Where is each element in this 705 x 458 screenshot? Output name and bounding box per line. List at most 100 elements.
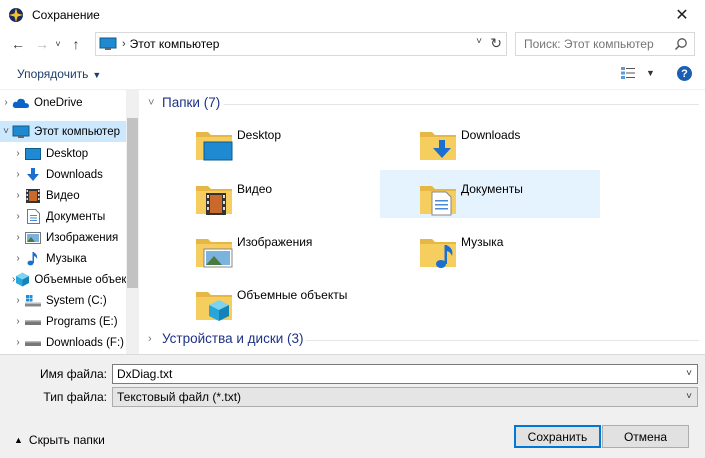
address-path[interactable]: Этот компьютер bbox=[130, 37, 220, 51]
chevron-right-icon[interactable]: › bbox=[12, 148, 24, 159]
search-icon bbox=[674, 38, 687, 51]
content-pane: ˅ Папки (7) Desktop Downloads Видео Доку… bbox=[140, 90, 705, 354]
recent-locations-button[interactable]: ˅ bbox=[52, 32, 64, 56]
folder-tile-3d-objects[interactable]: Объемные объекты bbox=[180, 280, 400, 328]
chevron-right-icon[interactable]: › bbox=[12, 232, 24, 243]
chevron-right-icon[interactable]: › bbox=[12, 190, 24, 201]
caret-down-icon: ▼ bbox=[92, 69, 102, 80]
help-button[interactable]: ? bbox=[677, 66, 692, 81]
sidebar-item-system-c[interactable]: › System (C:) bbox=[0, 290, 126, 311]
sidebar-item-video[interactable]: › Видео bbox=[0, 185, 126, 206]
filename-input[interactable] bbox=[117, 367, 677, 381]
sidebar-item-label: Desktop bbox=[46, 147, 89, 160]
filetype-select[interactable]: Текстовый файл (*.txt) ˅ bbox=[112, 387, 698, 407]
onedrive-icon bbox=[12, 95, 30, 111]
folder-tile-downloads[interactable]: Downloads bbox=[404, 120, 624, 168]
folder-label: Объемные объекты bbox=[237, 288, 348, 302]
documents-icon bbox=[24, 209, 42, 225]
hide-folders-button[interactable]: ▲ Скрыть папки bbox=[14, 433, 105, 447]
devices-group-header[interactable]: › Устройства и диски (3) bbox=[148, 331, 304, 346]
sidebar-item-documents[interactable]: › Документы bbox=[0, 206, 126, 227]
breadcrumb-separator-icon: › bbox=[122, 38, 126, 50]
sidebar-item-this-pc[interactable]: ˅ Этот компьютер bbox=[0, 121, 126, 142]
chevron-right-icon[interactable]: › bbox=[12, 211, 24, 222]
drive-icon bbox=[24, 335, 42, 351]
sidebar-item-downloads[interactable]: › Downloads bbox=[0, 164, 126, 185]
sidebar-item-music[interactable]: › Музыка bbox=[0, 248, 126, 269]
scrollbar-thumb[interactable] bbox=[127, 118, 138, 288]
address-bar[interactable]: › Этот компьютер ˅ ↻ bbox=[95, 32, 507, 56]
music-icon bbox=[24, 251, 42, 267]
hide-folders-label: Скрыть папки bbox=[28, 433, 105, 447]
sidebar-item-downloads-f[interactable]: › Downloads (F:) bbox=[0, 332, 126, 353]
folder-tile-video[interactable]: Видео bbox=[180, 174, 400, 222]
chevron-right-icon[interactable]: › bbox=[12, 316, 24, 327]
folders-group-header[interactable]: ˅ Папки (7) bbox=[148, 95, 220, 110]
chevron-right-icon[interactable]: › bbox=[148, 333, 162, 345]
devices-group-title: Устройства и диски (3) bbox=[162, 331, 304, 346]
downloads-icon bbox=[24, 167, 42, 183]
organize-button[interactable]: Упорядочить ▼ bbox=[17, 67, 101, 81]
address-dropdown-icon[interactable]: ˅ bbox=[476, 36, 482, 47]
up-button[interactable]: ↑ bbox=[66, 32, 86, 56]
downloads-folder-icon bbox=[420, 132, 456, 160]
sidebar-item-pictures[interactable]: › Изображения bbox=[0, 227, 126, 248]
search-input[interactable] bbox=[524, 37, 674, 51]
chevron-down-icon[interactable]: ˅ bbox=[0, 126, 12, 137]
sidebar-item-label: Видео bbox=[46, 189, 80, 202]
computer-icon bbox=[99, 37, 117, 50]
chevron-right-icon[interactable]: › bbox=[12, 253, 24, 264]
chevron-down-icon[interactable]: ˅ bbox=[686, 368, 692, 379]
folder-tile-documents[interactable]: Документы bbox=[380, 170, 600, 218]
sidebar-item-label: System (C:) bbox=[46, 294, 107, 307]
help-icon: ? bbox=[681, 67, 688, 80]
refresh-icon[interactable]: ↻ bbox=[490, 35, 502, 52]
caret-up-icon: ▲ bbox=[14, 435, 23, 445]
drive-icon bbox=[24, 314, 42, 330]
folder-tile-desktop[interactable]: Desktop bbox=[180, 120, 400, 168]
folder-tile-music[interactable]: Музыка bbox=[404, 227, 624, 275]
arrow-right-icon: → bbox=[35, 36, 49, 52]
filetype-label: Тип файла: bbox=[43, 390, 107, 404]
sidebar-item-3d-objects[interactable]: › Объемные объекты bbox=[0, 269, 126, 290]
pictures-folder-icon bbox=[196, 239, 233, 268]
chevron-right-icon[interactable]: › bbox=[12, 295, 24, 306]
sidebar-item-label: Документы bbox=[46, 210, 106, 223]
folder-label: Изображения bbox=[237, 235, 313, 249]
chevron-right-icon[interactable]: › bbox=[12, 169, 24, 180]
sidebar-item-label: Этот компьютер bbox=[34, 125, 120, 138]
chevron-down-icon[interactable]: ˅ bbox=[148, 97, 162, 109]
cancel-button[interactable]: Отмена bbox=[602, 425, 689, 448]
folder-label: Видео bbox=[237, 182, 273, 196]
folder-tile-pictures[interactable]: Изображения bbox=[180, 227, 400, 275]
chevron-right-icon[interactable]: › bbox=[12, 337, 24, 348]
organize-label: Упорядочить bbox=[17, 66, 89, 81]
folders-group-title: Папки (7) bbox=[162, 95, 221, 110]
sidebar-item-programs-e[interactable]: › Programs (E:) bbox=[0, 311, 126, 332]
folder-label: Desktop bbox=[237, 128, 282, 142]
3d-objects-folder-icon bbox=[196, 292, 232, 321]
search-box[interactable] bbox=[515, 32, 695, 56]
sidebar-item-desktop[interactable]: › Desktop bbox=[0, 143, 126, 164]
sidebar-item-onedrive[interactable]: › OneDrive bbox=[0, 92, 126, 113]
filetype-row: Тип файла: Текстовый файл (*.txt) ˅ bbox=[0, 386, 705, 408]
back-button[interactable]: ← bbox=[8, 32, 28, 56]
chevron-right-icon[interactable]: › bbox=[0, 97, 12, 108]
save-button[interactable]: Сохранить bbox=[514, 425, 601, 448]
filename-row: Имя файла: ˅ bbox=[0, 363, 705, 385]
sidebar-item-label: Объемные объекты bbox=[34, 273, 126, 286]
filename-combobox[interactable]: ˅ bbox=[112, 364, 698, 384]
arrow-up-icon: ↑ bbox=[72, 36, 80, 52]
chevron-down-icon[interactable]: ˅ bbox=[686, 391, 692, 402]
video-folder-icon bbox=[196, 186, 232, 215]
forward-button[interactable]: → bbox=[32, 32, 52, 56]
sidebar-scrollbar[interactable] bbox=[126, 90, 139, 354]
change-view-button[interactable]: ▼ bbox=[620, 66, 655, 80]
sidebar-item-label: Музыка bbox=[46, 252, 87, 265]
close-button[interactable]: ✕ bbox=[659, 0, 705, 30]
pictures-icon bbox=[24, 230, 42, 246]
chevron-down-icon: ˅ bbox=[55, 39, 61, 49]
group-divider bbox=[224, 104, 699, 105]
system-drive-icon bbox=[24, 293, 42, 309]
sidebar-item-label: Downloads (F:) bbox=[46, 336, 124, 349]
